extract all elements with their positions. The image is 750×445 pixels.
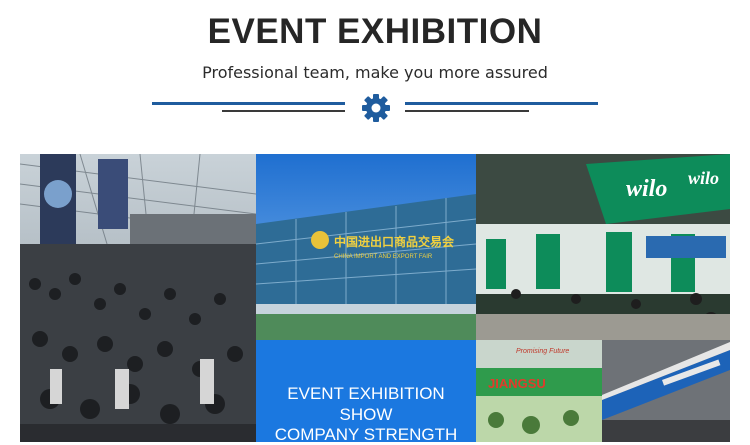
page-subtitle: Professional team, make you more assured [202, 63, 548, 82]
wilo-booth-photo: wilo wilo [476, 154, 730, 340]
svg-text:wilo: wilo [626, 176, 667, 202]
page-title: EVENT EXHIBITION [207, 12, 543, 51]
divider-left-thin [222, 110, 345, 112]
gear-icon [362, 94, 390, 122]
exhibition-hall-banner-photo [602, 340, 730, 442]
svg-text:Promising Future: Promising Future [516, 348, 569, 355]
svg-text:wilo: wilo [688, 168, 719, 188]
card-line-2: SHOW [339, 405, 393, 424]
canton-fair-building-photo: 中国进出口商品交易会 CHINA IMPORT AND EXPORT FAIR [256, 154, 476, 340]
svg-text:中国进出口商品交易会: 中国进出口商品交易会 [334, 234, 455, 249]
card-line-1: EVENT EXHIBITION [287, 384, 445, 403]
jiangsu-booth-photo: Promising Future JIANGSU [476, 340, 602, 442]
divider-right-thin [405, 110, 529, 112]
svg-text:CHINA IMPORT AND EXPORT FAIR: CHINA IMPORT AND EXPORT FAIR [334, 254, 433, 260]
divider-right-thick [405, 102, 598, 105]
crowded-trade-fair-hall-photo [20, 154, 256, 442]
divider-left-thick [152, 102, 345, 105]
svg-text:JIANGSU: JIANGSU [488, 376, 546, 391]
card-line-3: COMPANY STRENGTH [274, 425, 458, 444]
blue-card: EVENT EXHIBITION SHOW COMPANY STRENGTH [256, 340, 476, 444]
